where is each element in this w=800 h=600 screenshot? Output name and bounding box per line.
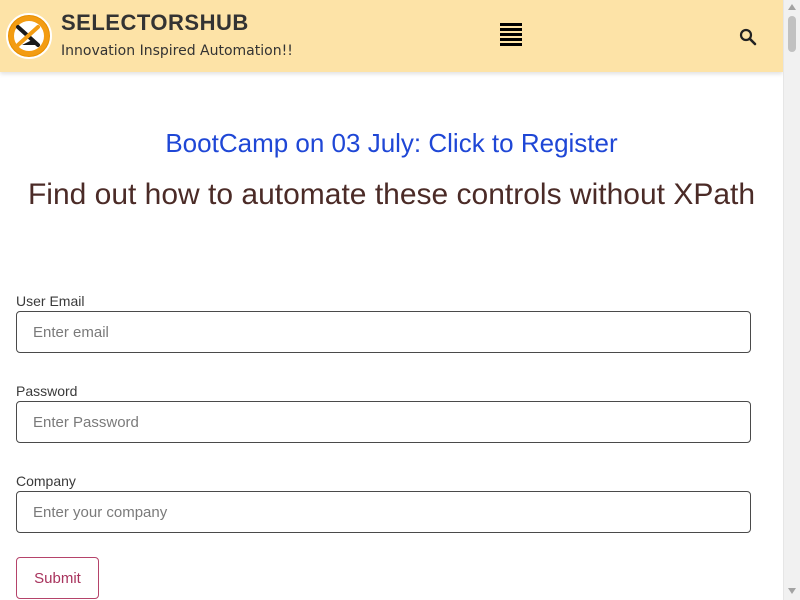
selectorshub-logo[interactable] [6,13,52,59]
company-label: Company [16,473,76,489]
scroll-down-arrow-icon[interactable] [788,588,796,594]
search-icon[interactable] [739,28,757,46]
page: SELECTORSHUB Innovation Inspired Automat… [0,0,800,600]
hamburger-menu-icon[interactable] [500,23,524,47]
logo-mark-icon [14,21,44,51]
vertical-scrollbar[interactable] [783,0,800,600]
company-input[interactable] [16,491,751,533]
brand-title[interactable]: SELECTORSHUB [61,10,249,36]
scrollbar-thumb[interactable] [788,16,796,52]
site-header: SELECTORSHUB Innovation Inspired Automat… [0,0,783,72]
password-input[interactable] [16,401,751,443]
brand-tagline: Innovation Inspired Automation!! [61,43,293,59]
submit-button[interactable]: Submit [16,557,99,599]
scroll-up-arrow-icon[interactable] [788,4,796,10]
bootcamp-register-link[interactable]: BootCamp on 03 July: Click to Register [0,128,783,159]
page-heading: Find out how to automate these controls … [27,178,756,211]
password-label: Password [16,383,78,399]
user-email-label: User Email [16,293,85,309]
user-email-input[interactable] [16,311,751,353]
